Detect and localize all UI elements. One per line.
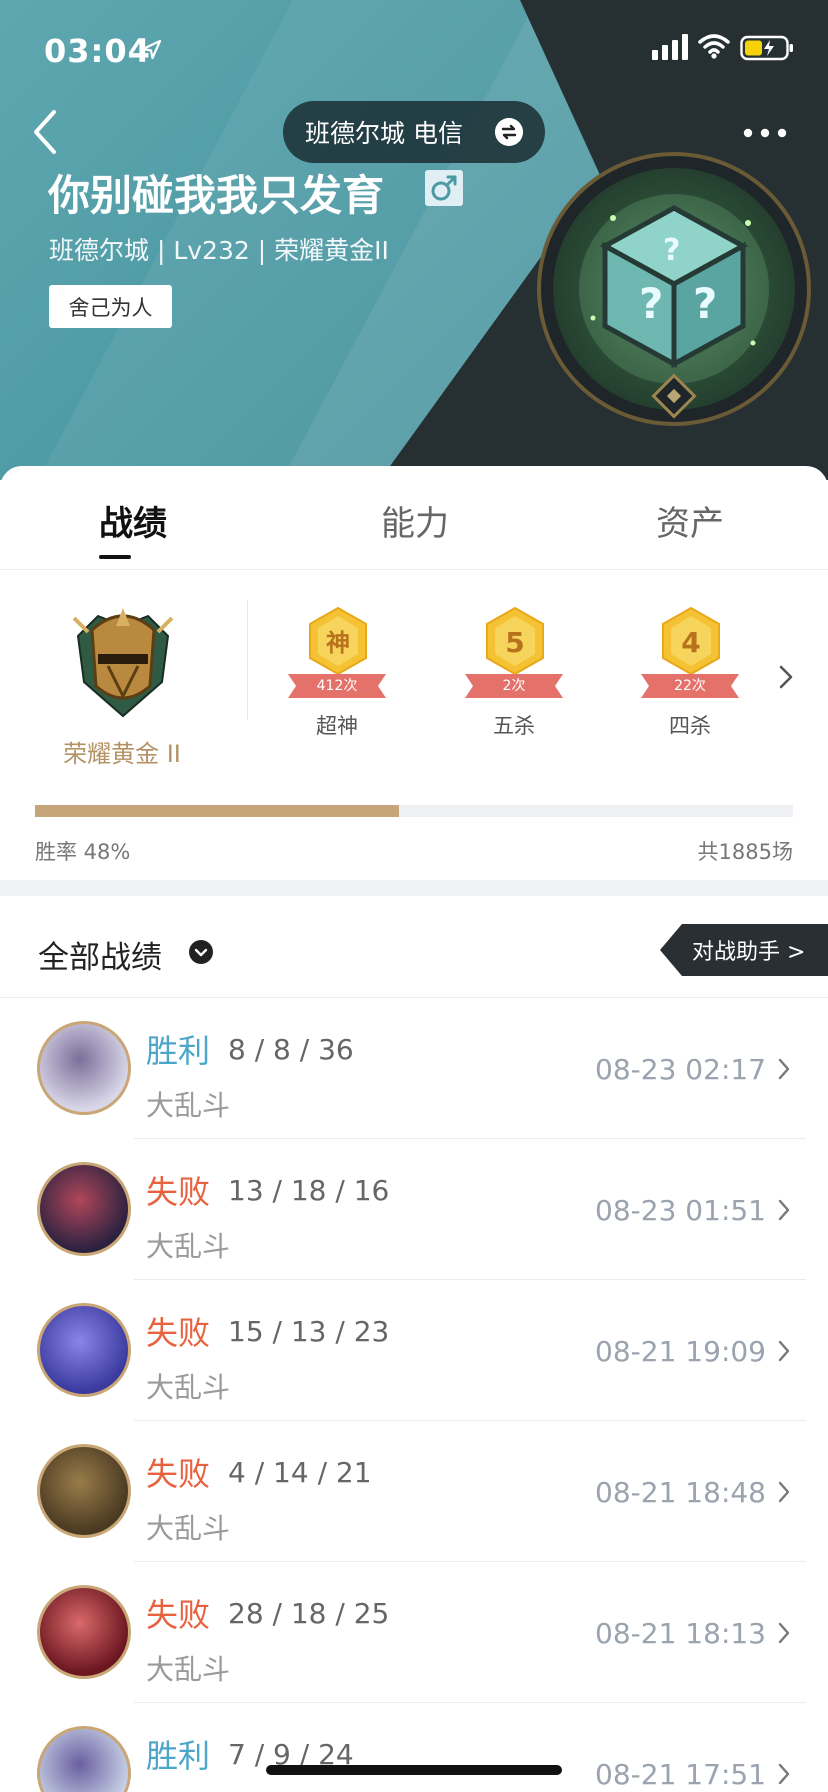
chevron-right-icon [778, 1763, 790, 1785]
match-row[interactable]: 失败 4 / 14 / 21 大乱斗 08-21 18:48 [0, 1421, 828, 1562]
match-result: 胜利 [146, 1032, 211, 1070]
swap-icon [495, 118, 523, 146]
hero-avatar [37, 1726, 131, 1792]
section-gap [0, 880, 828, 896]
match-mode: 大乱斗 [146, 1230, 231, 1263]
total-games-text: 共1885场 [697, 840, 793, 864]
player-tag[interactable]: 舍己为人 [49, 285, 172, 328]
match-time: 08-21 18:48 [595, 1476, 766, 1509]
chevron-right-icon [778, 1199, 790, 1221]
back-arrow-icon[interactable] [26, 106, 66, 158]
match-kda: 15 / 13 / 23 [228, 1315, 390, 1348]
player-subinfo: 班德尔城 | Lv232 | 荣耀黄金II [49, 236, 389, 265]
achievement-glyph: 5 [505, 626, 524, 659]
achievement-quadra-kill[interactable]: 4 22次 四杀 [635, 606, 745, 738]
hero-avatar [37, 1303, 131, 1397]
achievement-count: 2次 [502, 678, 526, 694]
achievement-badge-icon: 5 [486, 606, 544, 676]
achievement-legendary[interactable]: 神 412次 超神 [282, 606, 392, 738]
achievement-count: 22次 [674, 678, 706, 694]
match-result: 失败 [146, 1596, 211, 1634]
status-bar: 03:04 [0, 0, 828, 96]
match-kda: 4 / 14 / 21 [228, 1456, 372, 1489]
winrate-bar-fill [35, 805, 399, 817]
achievement-badge-icon: 神 [309, 606, 367, 676]
match-row[interactable]: 失败 15 / 13 / 23 大乱斗 08-21 19:09 [0, 1280, 828, 1421]
chevron-right-icon [778, 1058, 790, 1080]
status-time: 03:04 [44, 32, 151, 70]
server-switcher[interactable]: 班德尔城 电信 [283, 101, 545, 163]
hero-avatar [37, 1162, 131, 1256]
achievement-badge-icon: 4 [662, 606, 720, 676]
svg-text:?: ? [639, 279, 663, 328]
profile-header: 03:04 班德尔城 电信 你别碰我我只发育 班德尔城 | Lv232 | 荣耀… [0, 0, 828, 480]
match-mode: 大乱斗 [146, 1653, 231, 1686]
battery-icon [740, 35, 793, 61]
tab-record[interactable]: 战绩 [99, 496, 167, 545]
achievement-penta-kill[interactable]: 5 2次 五杀 [459, 606, 569, 738]
rank-name: 荣耀黄金 II [63, 740, 181, 768]
gold-rank-helmet-icon [72, 608, 174, 718]
location-arrow-icon [141, 39, 162, 60]
match-time: 08-23 02:17 [595, 1053, 766, 1086]
rank-block[interactable]: 荣耀黄金 II [34, 596, 210, 796]
chevron-right-icon[interactable] [776, 662, 796, 692]
match-row[interactable]: 失败 13 / 18 / 16 大乱斗 08-23 01:51 [0, 1139, 828, 1280]
match-kda: 13 / 18 / 16 [228, 1174, 390, 1207]
match-time: 08-21 19:09 [595, 1335, 766, 1368]
more-icon[interactable] [740, 118, 790, 148]
match-list-header: 全部战绩 对战助手 > [0, 896, 828, 998]
svg-text:?: ? [693, 279, 717, 328]
achievement-label: 超神 [316, 714, 358, 738]
match-filter-title[interactable]: 全部战绩 [38, 932, 162, 977]
match-mode: 大乱斗 [146, 1371, 231, 1404]
svg-text:?: ? [663, 233, 680, 268]
match-mode: 大乱斗 [146, 1512, 231, 1545]
match-time: 08-23 01:51 [595, 1194, 766, 1227]
tab-ability[interactable]: 能力 [381, 496, 449, 545]
match-result: 失败 [146, 1314, 211, 1352]
match-row[interactable]: 胜利7 / 9 / 24大乱斗08-21 17:51 [0, 1703, 828, 1792]
match-result: 失败 [146, 1455, 211, 1493]
chevron-right-icon [778, 1622, 790, 1644]
hero-avatar [37, 1585, 131, 1679]
divider [247, 600, 248, 720]
match-time: 08-21 17:51 [595, 1758, 766, 1791]
content-card: 战绩 能力 资产 荣耀黄金 II 神 412次 超神 5 2次 五杀 4 22次… [0, 466, 828, 1792]
chevron-right-icon [778, 1340, 790, 1362]
match-kda: 28 / 18 / 25 [228, 1597, 390, 1630]
achievement-label: 四杀 [669, 714, 711, 738]
player-nickname: 你别碰我我只发育 [48, 171, 385, 220]
caret-down-icon[interactable] [188, 939, 214, 965]
winrate-text: 胜率 48% [35, 840, 131, 864]
match-time: 08-21 18:13 [595, 1617, 766, 1650]
wifi-icon [698, 34, 730, 59]
server-label: 班德尔城 电信 [305, 119, 463, 148]
tab-bar: 战绩 能力 资产 [0, 466, 828, 570]
male-icon [425, 170, 463, 206]
chevron-right-icon [778, 1481, 790, 1503]
match-mode: 大乱斗 [146, 1089, 231, 1122]
achievement-glyph: 神 [326, 629, 350, 657]
match-result: 胜利 [146, 1737, 211, 1775]
tab-assets[interactable]: 资产 [656, 496, 724, 545]
hero-avatar [37, 1444, 131, 1538]
tab-active-indicator [99, 555, 131, 559]
home-indicator[interactable] [266, 1765, 562, 1775]
match-row[interactable]: 失败 28 / 18 / 25 大乱斗 08-21 18:13 [0, 1562, 828, 1703]
achievement-count: 412次 [316, 678, 358, 694]
hero-avatar [37, 1021, 131, 1115]
match-row[interactable]: 胜利 8 / 8 / 36 大乱斗 08-23 02:17 [0, 998, 828, 1139]
achievement-label: 五杀 [493, 714, 535, 738]
match-result: 失败 [146, 1173, 211, 1211]
signal-icon [652, 34, 688, 60]
match-kda: 8 / 8 / 36 [228, 1033, 354, 1066]
battle-assistant-button[interactable]: 对战助手 > [660, 924, 828, 976]
winrate-bar [35, 805, 793, 817]
achievement-glyph: 4 [681, 626, 700, 659]
